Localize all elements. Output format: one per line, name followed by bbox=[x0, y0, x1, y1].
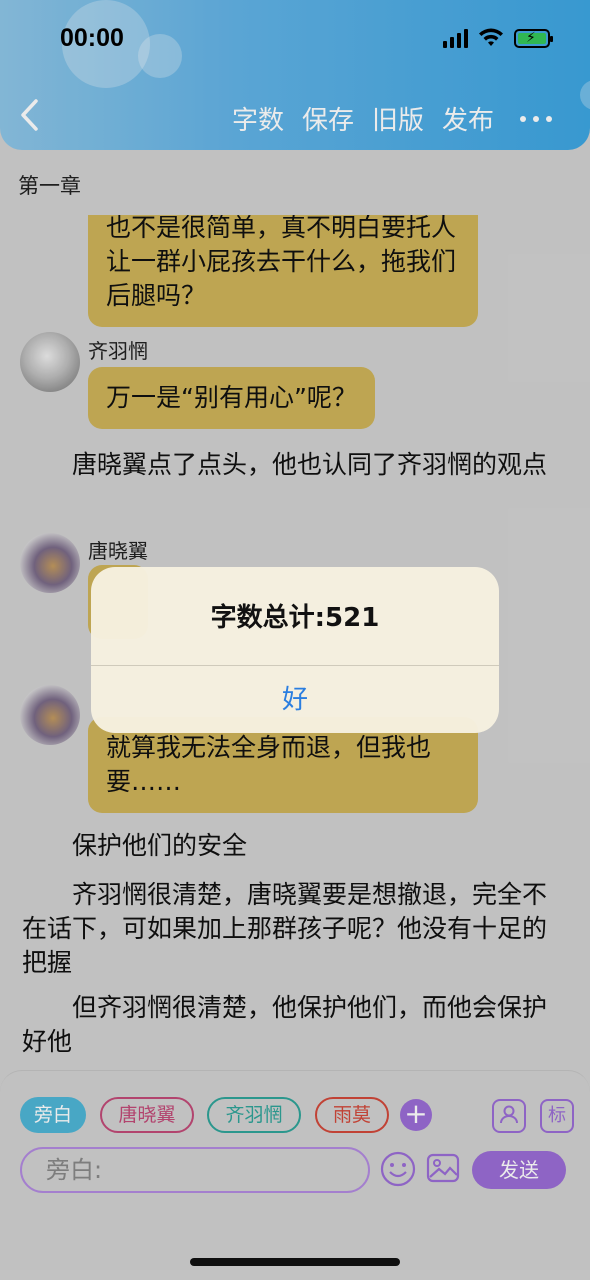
word-count-dialog: 字数总计:521 好 bbox=[91, 567, 499, 733]
dialog-title: 字数总计:521 bbox=[210, 603, 380, 633]
ok-button[interactable]: 好 bbox=[91, 667, 499, 733]
dialog-divider bbox=[91, 665, 499, 666]
